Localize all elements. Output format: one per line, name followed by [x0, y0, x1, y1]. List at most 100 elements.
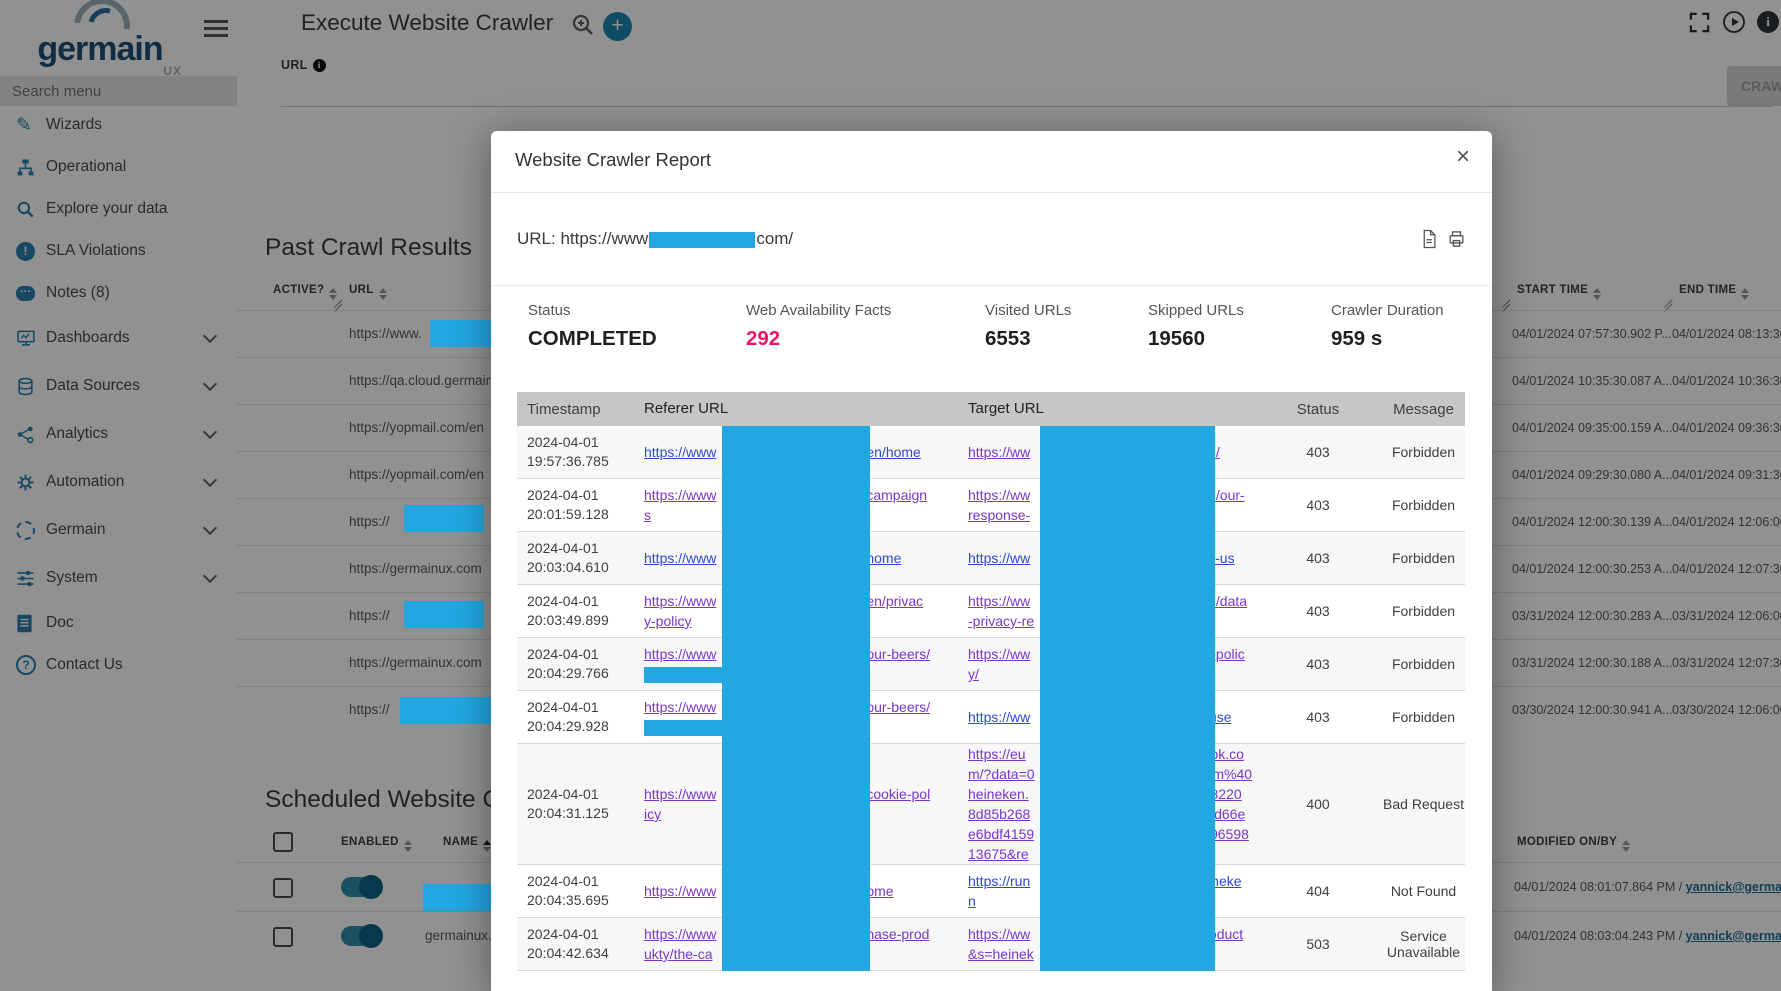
stat-visited-urls: Visited URLs6553: [985, 302, 1148, 392]
url-link[interactable]: https://eu: [968, 746, 1026, 762]
url-link[interactable]: https://www: [644, 926, 716, 942]
url-link[interactable]: https://www: [644, 883, 716, 899]
url-link[interactable]: -privacy-re: [968, 613, 1034, 629]
status-code-cell: 403: [1278, 550, 1358, 566]
url-link[interactable]: y/: [968, 666, 979, 682]
timestamp-cell: 2024-04-0120:04:29.766: [517, 645, 636, 683]
timestamp-cell: 2024-04-0120:04:31.125: [517, 785, 636, 823]
report-table-row: 2024-04-0119:57:36.785 https://www en/home…: [517, 426, 1465, 479]
url-link[interactable]: https://www: [644, 593, 716, 609]
url-link[interactable]: home: [866, 550, 901, 566]
status-message-cell: Forbidden: [1358, 603, 1489, 619]
stat-label: Skipped URLs: [1148, 302, 1331, 319]
status-code-cell: 403: [1278, 603, 1358, 619]
timestamp-cell: 2024-04-0120:04:35.695: [517, 872, 636, 910]
url-link[interactable]: https://www: [644, 699, 716, 715]
stat-value: 19560: [1148, 327, 1331, 351]
text-fragment: com/: [756, 229, 793, 248]
url-link[interactable]: e6bdf4159: [968, 826, 1034, 842]
url-link[interactable]: y-policy: [644, 613, 691, 629]
url-link[interactable]: 8d85b268: [968, 806, 1030, 822]
report-column-header-timestamp: Timestamp: [517, 400, 636, 419]
stat-crawler-duration: Crawler Duration 959 s: [1331, 302, 1444, 392]
stat-status: StatusCOMPLETED: [528, 302, 746, 392]
timestamp-cell: 2024-04-0120:01:59.128: [517, 486, 636, 524]
url-link[interactable]: https://www: [644, 487, 716, 503]
export-csv-icon[interactable]: [1420, 230, 1437, 249]
status-message-cell: Bad Request: [1358, 796, 1489, 812]
timestamp-cell: 2024-04-0120:04:29.928: [517, 698, 636, 736]
status-message-cell: Not Found: [1358, 883, 1489, 899]
status-code-cell: 404: [1278, 883, 1358, 899]
url-link[interactable]: https://ww: [968, 709, 1030, 725]
url-link[interactable]: ome: [866, 883, 893, 899]
text-fragment: URL: https://www: [517, 229, 648, 248]
status-message-cell: Forbidden: [1358, 550, 1489, 566]
url-link[interactable]: https://www: [644, 646, 716, 662]
stat-label: Crawler Duration: [1331, 302, 1444, 319]
url-link[interactable]: icy: [644, 806, 661, 822]
url-link[interactable]: https://ww: [968, 487, 1030, 503]
url-link[interactable]: campaign: [866, 487, 927, 503]
url-link[interactable]: https://ww: [968, 646, 1030, 662]
report-table-row: 2024-04-0120:01:59.128 https://www campaig…: [517, 479, 1465, 532]
url-link[interactable]: our-beers/: [866, 699, 930, 715]
url-link[interactable]: en/home: [866, 444, 920, 460]
url-link[interactable]: https://www: [644, 550, 716, 566]
stat-label: Status: [528, 302, 746, 319]
url-link[interactable]: response-: [968, 507, 1030, 523]
url-link[interactable]: &s=heinek: [968, 946, 1034, 962]
url-link[interactable]: https://www: [644, 786, 716, 802]
url-link[interactable]: https://ww: [968, 550, 1030, 566]
report-table-row: 2024-04-0120:04:29.766 https://www our-bee…: [517, 638, 1465, 691]
report-table-row: 2024-04-0120:04:35.695 https://www ome http…: [517, 865, 1465, 918]
website-crawler-report-modal: Website Crawler Report × URL: https://ww…: [491, 131, 1492, 991]
app-root: germain UX ✎WizardsOperationalExplore yo…: [0, 0, 1781, 991]
timestamp-cell: 2024-04-0120:03:04.610: [517, 539, 636, 577]
stat-value: 959 s: [1331, 327, 1444, 351]
report-column-header-target-url: Target URL: [960, 399, 1278, 419]
stat-value: 292: [746, 327, 985, 351]
modal-header: Website Crawler Report ×: [491, 131, 1492, 193]
report-table-row: 2024-04-0120:04:42.634https://wwwhase-pr…: [517, 918, 1465, 971]
status-message-cell: Forbidden: [1358, 656, 1489, 672]
url-link[interactable]: https://ww: [968, 926, 1030, 942]
url-link[interactable]: https://ww: [968, 444, 1030, 460]
timestamp-cell: 2024-04-0119:57:36.785: [517, 433, 636, 471]
url-link[interactable]: https://ww: [968, 593, 1030, 609]
crawled-url: URL: https://www com/: [517, 229, 793, 249]
print-icon[interactable]: [1447, 230, 1466, 249]
url-link[interactable]: hase-prod: [866, 926, 929, 942]
status-message-cell: Service Unavailable: [1358, 928, 1489, 960]
url-link[interactable]: s: [644, 507, 651, 523]
report-table-row: 2024-04-0120:04:31.125 https://www cookie-…: [517, 744, 1465, 865]
report-table-row: 2024-04-0120:03:04.610 https://www home htt…: [517, 532, 1465, 585]
report-table-row: 2024-04-0120:04:29.928 https://www our-bee…: [517, 691, 1465, 744]
url-link[interactable]: m/?data=0: [968, 766, 1035, 782]
url-link[interactable]: https://www: [644, 444, 716, 460]
url-link[interactable]: 13675&re: [968, 846, 1029, 862]
status-code-cell: 403: [1278, 656, 1358, 672]
url-link[interactable]: https://run: [968, 873, 1030, 889]
status-code-cell: 400: [1278, 796, 1358, 812]
report-column-header-status: Status: [1278, 401, 1358, 418]
modal-url-row: URL: https://www com/: [491, 193, 1492, 286]
stat-skipped-urls: Skipped URLs 19560: [1148, 302, 1331, 392]
report-column-header-referer-url: Referer URL: [636, 399, 960, 419]
redaction-box: [649, 232, 755, 248]
stat-label: Visited URLs: [985, 302, 1148, 319]
crawl-report-table: TimestampReferer URLTarget URLStatusMess…: [517, 392, 1465, 971]
status-code-cell: 403: [1278, 709, 1358, 725]
url-link[interactable]: ukty/the-ca: [644, 946, 712, 962]
status-message-cell: Forbidden: [1358, 497, 1489, 513]
url-link[interactable]: heineken.: [968, 786, 1029, 802]
status-code-cell: 403: [1278, 444, 1358, 460]
url-link[interactable]: en/privac: [866, 593, 923, 609]
close-icon[interactable]: ×: [1456, 145, 1470, 169]
url-link[interactable]: cookie-pol: [866, 786, 930, 802]
stat-label: Web Availability Facts: [746, 302, 985, 319]
status-code-cell: 403: [1278, 497, 1358, 513]
url-link[interactable]: our-beers/: [866, 646, 930, 662]
url-link[interactable]: n: [968, 893, 976, 909]
report-table-header: TimestampReferer URLTarget URLStatusMess…: [517, 392, 1465, 426]
